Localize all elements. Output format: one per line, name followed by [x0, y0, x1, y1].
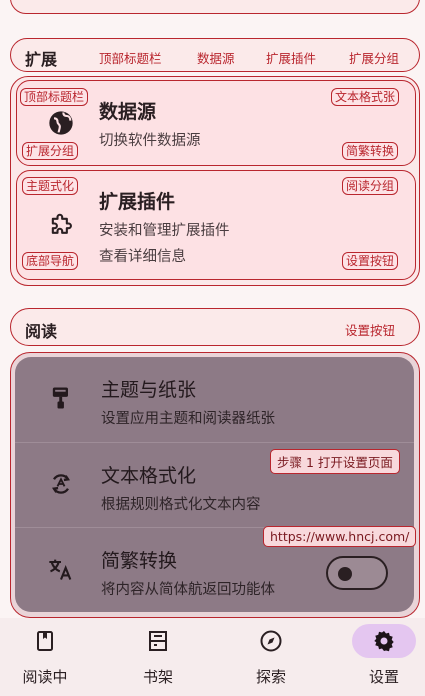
simplified-traditional-toggle[interactable]	[326, 556, 388, 590]
text-format-title: 文本格式化	[101, 465, 197, 487]
tab-top-title-bar[interactable]: 顶部标题栏	[99, 48, 162, 67]
reading-settings-panel: 主题与纸张 设置应用主题和阅读器纸张 文本格式化 根据规则格式化文本内容 简繁转…	[15, 357, 414, 612]
extension-section-header: 扩展 顶部标题栏 数据源 扩展插件 扩展分组	[10, 38, 420, 72]
bookshelf-icon	[149, 631, 167, 651]
text-format-subtitle: 根据规则格式化文本内容	[101, 497, 261, 513]
theme-paper-title: 主题与纸张	[101, 379, 197, 401]
extension-plugins-subtitle: 安装和管理扩展插件	[99, 223, 230, 239]
tab-data-source[interactable]: 数据源	[197, 48, 235, 67]
bottom-navigation: 阅读中 书架 探索 设置	[0, 618, 425, 696]
tag-settings-button: 设置按钮	[342, 252, 399, 270]
tag-theme-format: 主题式化	[22, 177, 79, 195]
tag-simplified-traditional: 简繁转换	[342, 142, 399, 160]
extension-plugins-title: 扩展插件	[99, 191, 176, 213]
nav-reading[interactable]: 阅读中	[0, 618, 95, 696]
toggle-knob	[338, 567, 352, 581]
extension-plugins-detail: 查看详细信息	[99, 249, 186, 265]
puzzle-icon	[51, 213, 72, 234]
globe-icon	[49, 111, 73, 135]
tag-text-format: 文本格式张	[331, 88, 400, 106]
url-tooltip[interactable]: https://www.hncj.com/	[263, 526, 417, 547]
nav-explore-label: 探索	[255, 668, 286, 686]
compass-icon	[260, 630, 282, 652]
previous-card-fragment	[10, 0, 420, 14]
nav-settings[interactable]: 设置	[334, 618, 425, 696]
simplified-traditional-title: 简繁转换	[101, 550, 178, 572]
nav-settings-label: 设置	[368, 668, 399, 686]
sync-text-icon	[52, 474, 70, 494]
tag-bottom-nav: 底部导航	[22, 252, 79, 270]
nav-reading-label: 阅读中	[22, 668, 68, 686]
simplified-traditional-subtitle: 将内容从简体航返回功能体	[101, 582, 275, 598]
tab-extension-group[interactable]: 扩展分组	[349, 48, 399, 67]
theme-paper-row[interactable]: 主题与纸张 设置应用主题和阅读器纸张	[15, 357, 414, 442]
gear-icon	[374, 631, 394, 652]
reading-settings-button[interactable]: 设置按钮	[345, 320, 395, 339]
tag-top-title-bar: 顶部标题栏	[20, 88, 89, 106]
theme-paper-subtitle: 设置应用主题和阅读器纸张	[101, 411, 275, 427]
paint-roller-icon	[52, 387, 68, 409]
nav-bookshelf[interactable]: 书架	[108, 618, 208, 696]
nav-reading-icon-wrap	[13, 624, 77, 658]
tab-extension-plugins[interactable]: 扩展插件	[266, 48, 316, 67]
reading-section-header: 阅读 设置按钮	[10, 308, 420, 346]
nav-bookshelf-label: 书架	[142, 668, 173, 686]
tag-extension-group: 扩展分组	[22, 142, 79, 160]
reading-settings-group: 主题与纸张 设置应用主题和阅读器纸张 文本格式化 根据规则格式化文本内容 简繁转…	[10, 352, 420, 618]
book-icon	[37, 631, 53, 651]
nav-bookshelf-icon-wrap	[126, 624, 190, 658]
nav-explore-icon-wrap	[239, 624, 303, 658]
data-source-title: 数据源	[99, 101, 157, 123]
nav-explore[interactable]: 探索	[221, 618, 321, 696]
reading-section-title: 阅读	[25, 322, 58, 341]
step-tooltip: 步骤 1 打开设置页面	[270, 449, 400, 474]
data-source-subtitle: 切换软件数据源	[99, 133, 201, 149]
tag-reading-group: 阅读分组	[342, 177, 399, 195]
extension-section-title: 扩展	[25, 50, 58, 69]
nav-settings-icon-wrap	[352, 624, 416, 658]
translate-icon	[49, 559, 72, 580]
